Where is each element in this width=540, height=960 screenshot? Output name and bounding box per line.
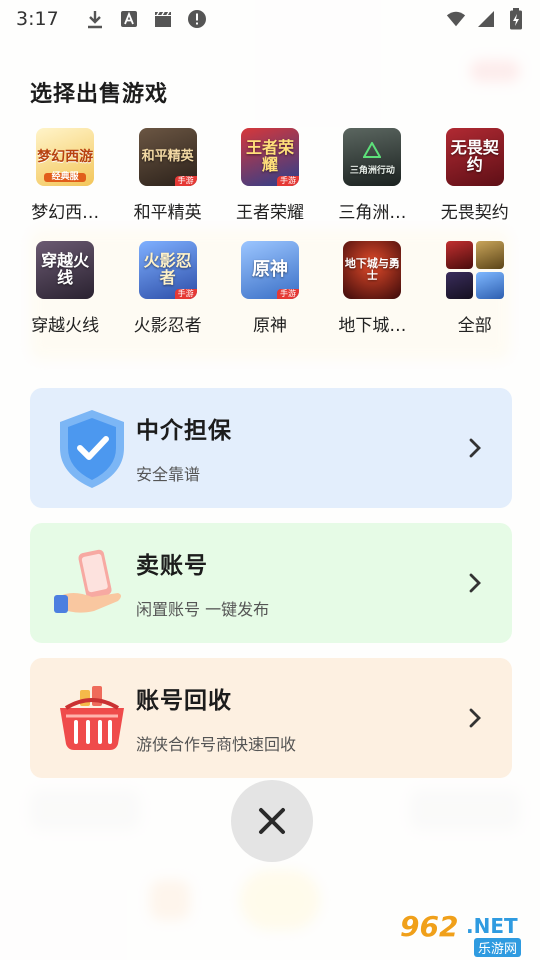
game-icon-text: 地下城与勇士 [344,257,400,282]
clapper-icon [153,9,173,29]
game-icon-text: 和平精英 [141,149,194,165]
sell-account-card[interactable]: 卖账号 闲置账号 一键发布 [30,523,512,643]
card-title: 卖账号 [136,553,208,579]
game-icon-sanjiaozhou: 三角洲行动 [343,128,402,186]
game-icon-heping: 和平精英 手游 [138,128,197,186]
game-icon-subtext: 经典服 [44,172,87,182]
recycle-basket-icon [30,658,136,778]
game-label: 王者荣耀 [235,203,304,223]
mobile-tag: 手游 [174,288,197,299]
sell-game-sheet: 选择出售游戏 梦幻西游 经典服 梦幻西… 和平精英 手游 和平精英 王者荣耀 手… [0,0,540,960]
game-label: 和平精英 [133,203,202,223]
game-item[interactable]: 和平精英 手游 和平精英 [116,128,218,223]
game-icon-text: 梦幻西游 [37,148,94,165]
card-title: 中介担保 [136,418,232,444]
game-label: 穿越火线 [31,316,100,336]
game-label: 无畏契约 [440,203,509,223]
chevron-right-icon [469,708,481,728]
status-bar: 3:17 [0,0,540,38]
download-icon [85,9,105,29]
game-label: 火影忍者 [133,316,202,336]
watermark-site: 乐游网 [474,938,522,957]
shield-check-icon [30,388,136,508]
game-icon-text: 原神 [251,258,288,280]
game-label: 全部 [457,316,492,336]
game-item[interactable]: 地下城与勇士 地下城… [321,241,423,336]
game-icon-chuanyue: 穿越火线 [36,241,95,299]
mobile-tag: 手游 [276,288,299,299]
game-icon-dixiacheng: 地下城与勇士 [343,241,402,299]
card-subtitle: 游侠合作号商快速回收 [136,735,297,754]
escrow-card[interactable]: 中介担保 安全靠谱 [30,388,512,508]
game-label: 原神 [252,316,287,336]
game-item[interactable]: 梦幻西游 经典服 梦幻西… [14,128,116,223]
game-item[interactable]: 王者荣耀 手游 王者荣耀 [219,128,321,223]
chevron-right-icon [469,573,481,593]
section-title: 选择出售游戏 [30,82,169,107]
game-label: 梦幻西… [31,203,100,223]
mobile-tag: 手游 [174,175,197,186]
card-subtitle: 安全靠谱 [136,465,201,484]
watermark-net: .NET [466,914,518,938]
game-icon-text: 三角洲行动 [349,165,395,176]
account-recycle-card[interactable]: 账号回收 游侠合作号商快速回收 [30,658,512,778]
game-icon-yuanshen: 原神 手游 [240,241,299,299]
game-icon-wangzhe: 王者荣耀 手游 [240,128,299,186]
game-icon-text: 王者荣耀 [245,138,294,174]
chevron-right-icon [469,438,481,458]
game-item[interactable]: 原神 手游 原神 [219,241,321,336]
triangle-logo-icon [363,142,382,158]
phone-hand-icon [30,523,136,643]
game-item[interactable]: 火影忍者 手游 火影忍者 [116,241,218,336]
battery-charging-icon [506,8,526,30]
watermark-number: 962 [400,910,459,943]
text-a-icon [119,9,139,29]
game-icon-menghuanxiyou: 梦幻西游 经典服 [36,128,95,186]
site-watermark: 962 .NET 乐游网 [400,906,534,957]
game-item[interactable]: 穿越火线 穿越火线 [14,241,116,336]
game-icon-huoying: 火影忍者 手游 [138,241,197,299]
close-button[interactable] [231,780,313,862]
game-item[interactable]: 三角洲行动 三角洲… [321,128,423,223]
signal-icon [476,9,496,29]
game-label: 三角洲… [338,203,407,223]
status-time: 3:17 [16,8,59,30]
game-item-all[interactable]: 全部 [424,241,526,336]
mobile-tag: 手游 [276,175,299,186]
game-icon-text: 穿越火线 [41,251,90,287]
game-label: 地下城… [338,316,407,336]
game-icon-wuweiqiyue: 无畏契约 [445,128,504,186]
card-subtitle: 闲置账号 一键发布 [136,600,270,619]
card-title: 账号回收 [136,688,232,714]
all-games-icon [445,241,504,299]
game-icon-text: 火影忍者 [143,251,192,287]
game-item[interactable]: 无畏契约 无畏契约 [424,128,526,223]
close-icon [259,808,285,834]
alert-icon [187,9,207,29]
game-grid: 梦幻西游 经典服 梦幻西… 和平精英 手游 和平精英 王者荣耀 手游 王者荣耀 [14,128,526,336]
game-icon-text: 无畏契约 [450,138,499,174]
wifi-icon [446,9,466,29]
